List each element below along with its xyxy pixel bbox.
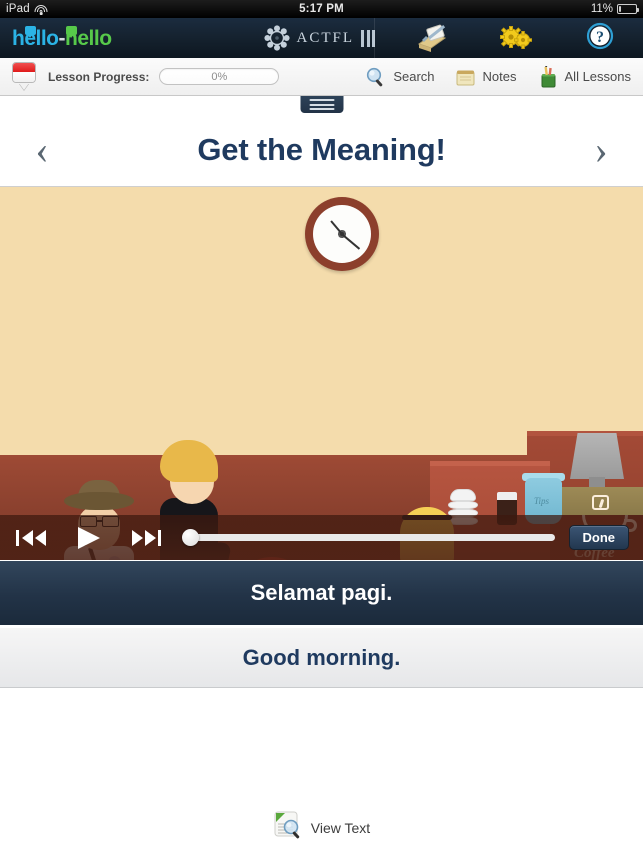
counter-lamp (570, 433, 624, 479)
view-text-button[interactable]: View Text (273, 810, 370, 845)
speech-bubble-blue-icon (25, 25, 36, 38)
indonesia-flag-icon[interactable] (12, 61, 38, 92)
all-lessons-label: All Lessons (564, 69, 631, 84)
view-text-icon (273, 810, 303, 845)
svg-text:?: ? (596, 29, 604, 46)
actfl-badge[interactable]: ACTFL (263, 25, 376, 51)
device-name: iPad (6, 3, 30, 15)
toolbar-actions: Search Notes All Lessons (365, 64, 631, 88)
wall-clock (305, 197, 379, 271)
actfl-label: ACTFL (296, 29, 355, 46)
title-row: ‹ Get the Meaning! › (0, 113, 643, 187)
lesson-toolbar: Lesson Progress: 0% Search Notes All Les… (0, 58, 643, 96)
notebook-icon[interactable] (415, 22, 449, 54)
help-icon[interactable]: ? (583, 22, 617, 54)
page-title: Get the Meaning! (197, 132, 446, 167)
brand-icon-group: ? (415, 22, 643, 54)
video-player[interactable]: Tips Coffee (0, 187, 643, 560)
scrubber-track[interactable] (194, 534, 555, 541)
subtitle-translation[interactable]: Good morning. (0, 625, 643, 688)
app-logo[interactable]: hello-hello (0, 25, 112, 49)
wifi-icon (34, 4, 48, 15)
search-icon (365, 66, 387, 88)
view-text-label: View Text (310, 819, 371, 836)
skip-forward-icon[interactable] (130, 527, 164, 549)
scrubber-handle[interactable] (182, 529, 199, 546)
video-scrubber[interactable] (182, 529, 555, 546)
lesson-progress-value: 0% (211, 70, 228, 83)
battery-percentage: 11% (590, 3, 613, 15)
status-bar-clock: 5:17 PM (299, 3, 344, 15)
lesson-progress-bar: 0% (159, 68, 280, 85)
status-bar-left: iPad (6, 3, 48, 15)
battery-icon (617, 4, 640, 14)
brand-divider (374, 18, 375, 58)
done-button[interactable]: Done (568, 525, 629, 550)
gears-icon[interactable] (499, 22, 533, 54)
notes-icon (455, 66, 477, 88)
app-root: iPad 5:17 PM 11% hello-hello ACTFL ? Les… (0, 0, 643, 857)
rewind-to-start-icon[interactable] (14, 527, 48, 549)
status-bar-right: 11% (590, 3, 640, 15)
subtitle-target-language[interactable]: Selamat pagi. (0, 560, 643, 625)
footer-area: View Text (0, 703, 643, 857)
video-scene: Tips Coffee (0, 187, 643, 560)
play-icon[interactable] (74, 525, 104, 551)
notes-label: Notes (482, 69, 517, 84)
next-button[interactable]: › (581, 130, 621, 170)
notes-button[interactable]: Notes (455, 66, 517, 88)
search-label: Search (393, 69, 435, 84)
previous-button[interactable]: ‹ (22, 130, 62, 170)
all-lessons-icon (537, 64, 559, 88)
actfl-rosette-icon (263, 25, 290, 51)
title-bar: ‹ Get the Meaning! › (0, 96, 643, 187)
actfl-bars-icon (361, 29, 376, 47)
ios-status-bar: iPad 5:17 PM 11% (0, 0, 643, 18)
speech-bubble-green-icon (66, 25, 77, 38)
brand-bar: hello-hello ACTFL ? (0, 18, 643, 58)
search-button[interactable]: Search (365, 66, 435, 88)
hamburger-icon[interactable] (300, 96, 343, 113)
tip-jar-label: Tips (534, 496, 550, 506)
video-controls: Done (0, 515, 643, 560)
lesson-progress-label: Lesson Progress: (48, 69, 150, 84)
all-lessons-button[interactable]: All Lessons (537, 64, 631, 88)
brand-left-panel: hello-hello ACTFL (0, 18, 376, 58)
